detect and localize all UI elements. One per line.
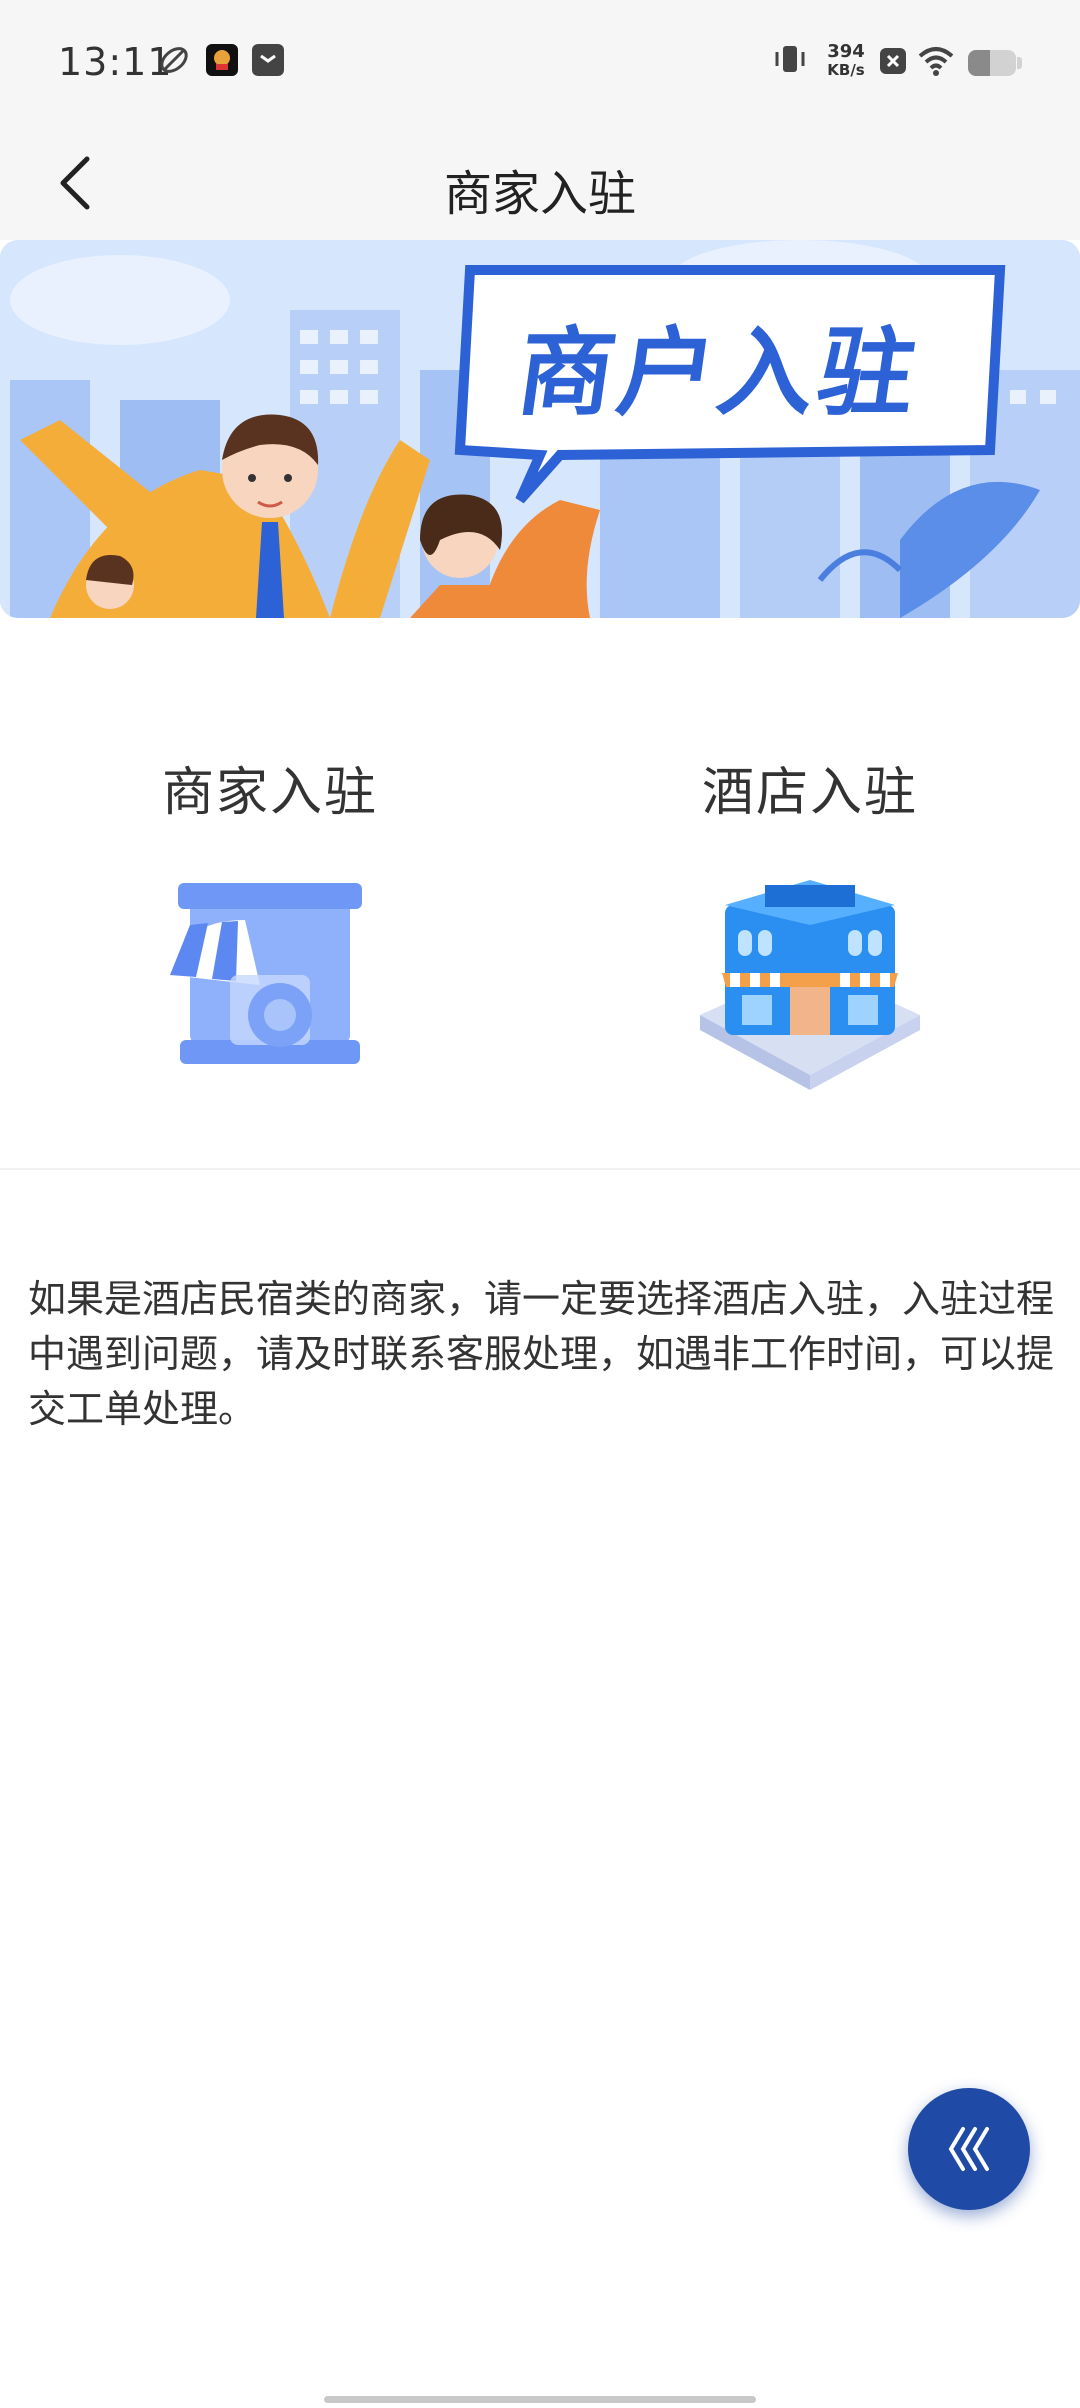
hotel-entry-option[interactable]: 酒店入驻 bbox=[540, 700, 1080, 1100]
status-bar: 13:11 394 KB/s bbox=[0, 0, 1080, 130]
battery-tip bbox=[1017, 57, 1022, 69]
entry-options: 商家入驻 酒店入驻 bbox=[0, 700, 1080, 1100]
hotel-icon bbox=[690, 865, 930, 1095]
close-box-icon bbox=[880, 48, 906, 74]
app-icon bbox=[206, 44, 238, 76]
entry-instruction-text: 如果是酒店民宿类的商家，请一定要选择酒店入驻，入驻过程中遇到问题，请及时联系客服… bbox=[28, 1277, 1055, 1431]
leaf-icon bbox=[158, 44, 190, 76]
status-time: 13:11 bbox=[58, 40, 173, 84]
vibrate-icon bbox=[772, 40, 808, 80]
floating-back-button[interactable] bbox=[908, 2088, 1030, 2210]
page-title: 商家入驻 bbox=[443, 166, 636, 222]
section-divider bbox=[0, 1168, 1080, 1170]
net-speed-unit: KB/s bbox=[827, 61, 865, 79]
message-icon bbox=[252, 44, 284, 76]
chevrons-left-icon bbox=[948, 2127, 989, 2171]
hotel-entry-label: 酒店入驻 bbox=[701, 763, 918, 823]
battery-fill bbox=[968, 50, 990, 76]
home-indicator[interactable] bbox=[324, 2396, 756, 2403]
banner-title: 商户入驻 bbox=[510, 317, 927, 429]
net-speed-value: 394 bbox=[827, 41, 865, 62]
net-speed: 394 KB/s bbox=[822, 42, 870, 80]
app-header: 商家入驻 bbox=[0, 130, 1080, 240]
wifi-icon bbox=[916, 40, 956, 80]
shop-icon bbox=[150, 865, 390, 1095]
merchant-banner: 商户入驻 bbox=[0, 240, 1080, 618]
merchant-entry-option[interactable]: 商家入驻 bbox=[0, 700, 540, 1100]
battery-icon bbox=[968, 50, 1016, 76]
merchant-entry-label: 商家入驻 bbox=[161, 763, 378, 823]
